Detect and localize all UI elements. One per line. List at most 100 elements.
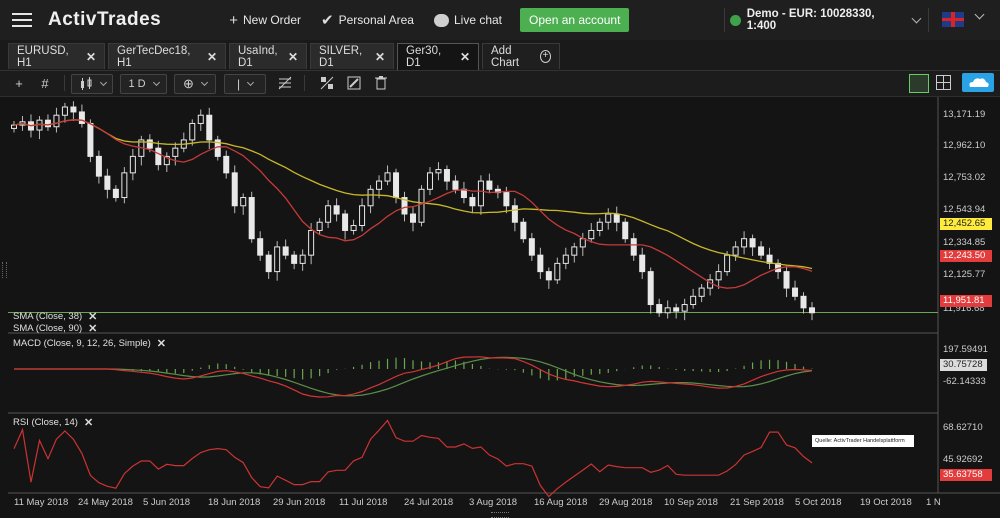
time-axis-label: 21 Sep 2018 <box>730 497 784 508</box>
candle-body <box>257 238 264 256</box>
hamburger-menu-icon[interactable] <box>12 13 32 27</box>
rsi-axis-label: 68.62710 <box>943 422 983 433</box>
candle-body <box>562 254 569 264</box>
candle-body <box>613 213 620 223</box>
account-selector[interactable]: Demo - EUR: 10028330, 1:400 <box>730 8 922 32</box>
candle-body <box>426 172 433 190</box>
timeframe-dropdown[interactable]: 1 D <box>120 74 167 94</box>
personal-area-button[interactable]: ✔ Personal Area <box>321 11 414 29</box>
candle-body <box>622 221 629 240</box>
tab-label: UsaInd, D1 <box>238 44 278 69</box>
candle-body <box>741 238 748 248</box>
candle-body <box>809 307 815 314</box>
tab-eurusd[interactable]: EURUSD, H1 ✕ <box>8 43 105 69</box>
tab-gertecdec18[interactable]: GerTecDec18, H1 ✕ <box>108 43 226 69</box>
candle-body <box>189 122 196 141</box>
close-icon[interactable]: ✕ <box>86 50 96 64</box>
tab-label: EURUSD, H1 <box>17 44 69 69</box>
candle-body <box>579 238 586 248</box>
candle-body <box>588 229 595 240</box>
tab-silver[interactable]: SILVER, D1 ✕ <box>310 43 394 69</box>
candle-body <box>469 197 476 207</box>
candle-body <box>443 169 450 182</box>
candle-body <box>231 172 238 207</box>
single-layout-icon[interactable] <box>909 74 929 93</box>
resize-handle[interactable] <box>491 512 509 518</box>
close-icon[interactable]: ✕ <box>207 50 217 64</box>
price-axis-label: 12,334.85 <box>943 237 986 248</box>
candle-body <box>308 229 315 256</box>
personal-area-label: Personal Area <box>338 13 414 27</box>
macd-label: MACD (Close, 9, 12, 26, Simple) <box>13 338 151 349</box>
chart-area[interactable]: SMA (Close, 38) ✕ SMA (Close, 90) ✕ MACD (… <box>0 97 1000 518</box>
rsi-legend: RSI (Close, 14) ✕ <box>13 416 93 429</box>
add-indicator-dropdown[interactable]: ⊕ <box>174 74 216 94</box>
close-icon[interactable]: ✕ <box>84 416 93 429</box>
tab-ger30[interactable]: Ger30, D1 ✕ <box>397 43 479 70</box>
candle-body <box>282 246 289 256</box>
candle-body <box>274 246 281 273</box>
candle-body <box>265 254 272 273</box>
close-icon[interactable]: ✕ <box>288 50 298 64</box>
chevron-down-icon <box>200 78 208 87</box>
close-icon[interactable]: ✕ <box>157 337 166 350</box>
add-chart-label: Add Chart <box>491 44 520 69</box>
time-axis-label: 11 Jul 2018 <box>339 497 388 508</box>
candle-body <box>376 180 383 190</box>
cursor-select-icon[interactable] <box>318 74 336 92</box>
sma90-line <box>13 119 813 270</box>
drawing-tool-dropdown[interactable]: | <box>224 74 266 94</box>
candle-body <box>537 254 544 273</box>
candle-body <box>783 271 790 289</box>
candle-body <box>350 225 357 231</box>
close-icon[interactable]: ✕ <box>460 50 470 64</box>
plus-circle-icon: + <box>539 50 551 63</box>
close-icon[interactable]: ✕ <box>88 322 97 335</box>
trash-icon[interactable] <box>372 74 390 92</box>
candle-body <box>571 246 578 256</box>
sma38-line <box>13 119 813 289</box>
tab-label: SILVER, D1 <box>319 44 363 69</box>
candle-body <box>758 246 765 256</box>
candle-body <box>656 304 663 314</box>
cloud-sync-icon[interactable] <box>962 73 994 92</box>
candle-body <box>664 307 671 314</box>
resize-handle[interactable] <box>2 262 7 278</box>
tab-usaind[interactable]: UsaInd, D1 ✕ <box>229 43 307 69</box>
candle-body <box>367 188 374 207</box>
sma90-legend: SMA (Close, 90) ✕ <box>13 322 97 335</box>
account-status-icon <box>730 14 741 26</box>
crosshair-icon[interactable]: + <box>10 74 28 92</box>
time-axis-label: 5 Oct 2018 <box>795 497 842 508</box>
grid-icon[interactable]: # <box>36 74 54 92</box>
close-icon[interactable]: ✕ <box>375 50 385 64</box>
candle-body <box>359 205 366 227</box>
live-chat-button[interactable]: Live chat <box>433 13 503 27</box>
live-chat-label: Live chat <box>453 13 503 27</box>
chart-type-dropdown[interactable] <box>71 74 113 94</box>
sma38-label: SMA (Close, 38) <box>13 311 83 322</box>
edit-drawing-icon[interactable] <box>345 74 363 92</box>
time-axis-label: 11 May 2018 <box>14 497 69 508</box>
candlestick-icon <box>80 77 91 90</box>
candle-body <box>690 295 697 306</box>
rsi-label: RSI (Close, 14) <box>13 417 78 428</box>
candle-body <box>511 205 518 223</box>
grid-layout-icon[interactable] <box>936 75 951 90</box>
uk-flag-icon[interactable] <box>942 12 964 27</box>
new-order-button[interactable]: + New Order <box>229 12 301 29</box>
candle-body <box>698 287 705 297</box>
candle-body <box>155 147 162 166</box>
open-account-button[interactable]: Open an account <box>520 8 630 32</box>
candle-body <box>673 307 680 312</box>
candle-body <box>240 197 247 207</box>
candle-body <box>44 119 51 128</box>
candle-body <box>792 287 799 297</box>
candle-body <box>197 114 204 124</box>
source-note: Quelle: ActivTrader Handelsplattform <box>812 435 914 447</box>
time-axis-label: 10 Sep 2018 <box>664 497 718 508</box>
fibonacci-icon[interactable] <box>276 74 294 92</box>
price-chart-svg[interactable] <box>0 97 1000 518</box>
add-chart-button[interactable]: Add Chart + <box>482 43 560 69</box>
line-tool-icon: | <box>236 77 241 91</box>
